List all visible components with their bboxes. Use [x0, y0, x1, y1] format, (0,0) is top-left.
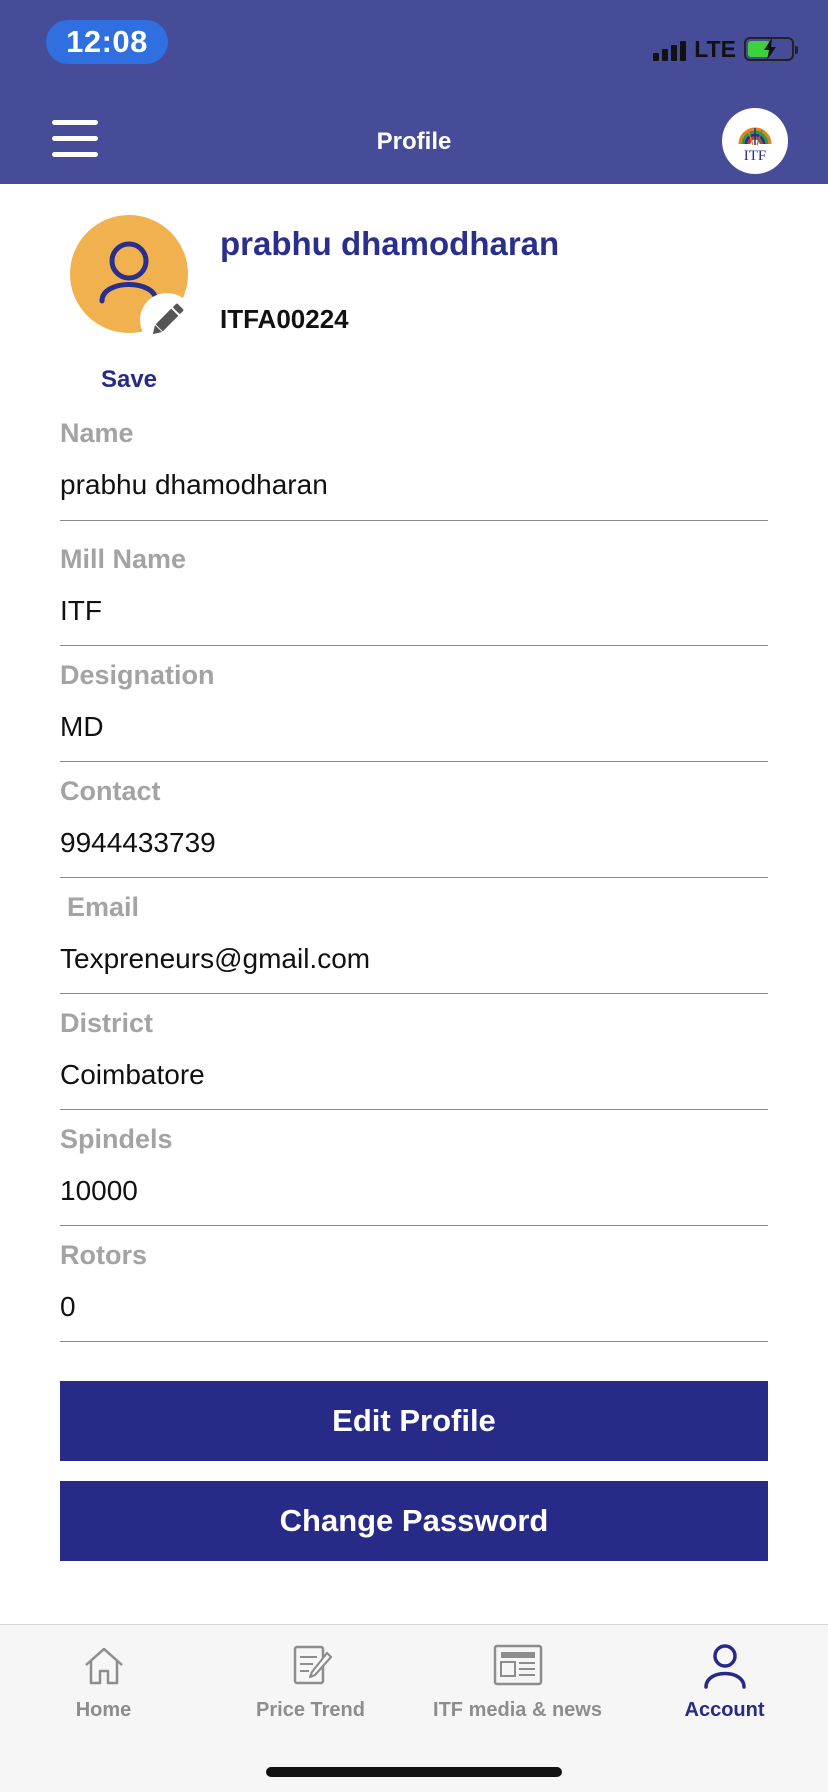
contact-value: 9944433739 [60, 827, 216, 858]
account-icon [703, 1644, 746, 1689]
itf-logo: ITF [722, 108, 788, 174]
spindels-label: Spindels [60, 1124, 173, 1154]
mill-name-value: ITF [60, 595, 102, 626]
battery-icon [744, 37, 798, 61]
tab-account-label: Account [684, 1699, 765, 1721]
designation-value: MD [60, 711, 104, 742]
district-value: Coimbatore [60, 1059, 205, 1090]
designation-label: Designation [60, 660, 215, 690]
spindels-value: 10000 [60, 1175, 138, 1206]
home-indicator [266, 1767, 562, 1777]
email-value: Texpreneurs@gmail.com [60, 943, 371, 974]
spindels-field: Spindels 10000 [60, 1120, 768, 1226]
profile-name: prabhu dhamodharan [220, 225, 560, 262]
name-field: Name prabhu dhamodharan [60, 414, 768, 521]
page-title: Profile [376, 128, 452, 155]
email-label: Email [67, 892, 140, 922]
rotors-label: Rotors [60, 1240, 147, 1270]
status-icons: LTE [653, 34, 798, 64]
contact-field: Contact 9944433739 [60, 772, 768, 878]
signal-icon [653, 37, 687, 61]
mill-name-field: Mill Name ITF [60, 540, 768, 646]
home-icon [84, 1647, 123, 1685]
pencil-icon [152, 303, 184, 335]
tab-itf-media-news[interactable]: ITF media & news [414, 1625, 621, 1745]
save-avatar-button[interactable]: Save [70, 366, 188, 394]
tab-price-trend-label: Price Trend [256, 1699, 365, 1721]
email-field: Email Texpreneurs@gmail.com [60, 888, 768, 994]
member-id: ITFA00224 [220, 304, 349, 334]
designation-field: Designation MD [60, 656, 768, 762]
tab-itf-media-news-label: ITF media & news [433, 1699, 602, 1721]
rotors-field: Rotors 0 [60, 1236, 768, 1342]
name-value: prabhu dhamodharan [60, 469, 328, 500]
app-header: 12:08 LTE Profile ITF [0, 0, 828, 184]
network-type: LTE [694, 35, 736, 62]
newspaper-icon [493, 1644, 542, 1686]
status-time: 12:08 [46, 20, 168, 64]
edit-avatar-button[interactable] [140, 293, 194, 347]
tab-home-label: Home [75, 1699, 132, 1721]
district-field: District Coimbatore [60, 1004, 768, 1110]
tab-price-trend[interactable]: Price Trend [207, 1625, 414, 1745]
logo-text: ITF [743, 148, 767, 164]
rotors-value: 0 [60, 1291, 76, 1322]
district-label: District [60, 1008, 154, 1038]
edit-profile-button[interactable]: Edit Profile [60, 1381, 768, 1461]
name-label: Name [60, 418, 134, 448]
contact-label: Contact [60, 776, 161, 806]
tab-home[interactable]: Home [0, 1625, 207, 1745]
price-trend-icon [293, 1645, 332, 1685]
mill-name-label: Mill Name [60, 544, 187, 574]
tab-account[interactable]: Account [621, 1625, 828, 1745]
change-password-button[interactable]: Change Password [60, 1481, 768, 1561]
